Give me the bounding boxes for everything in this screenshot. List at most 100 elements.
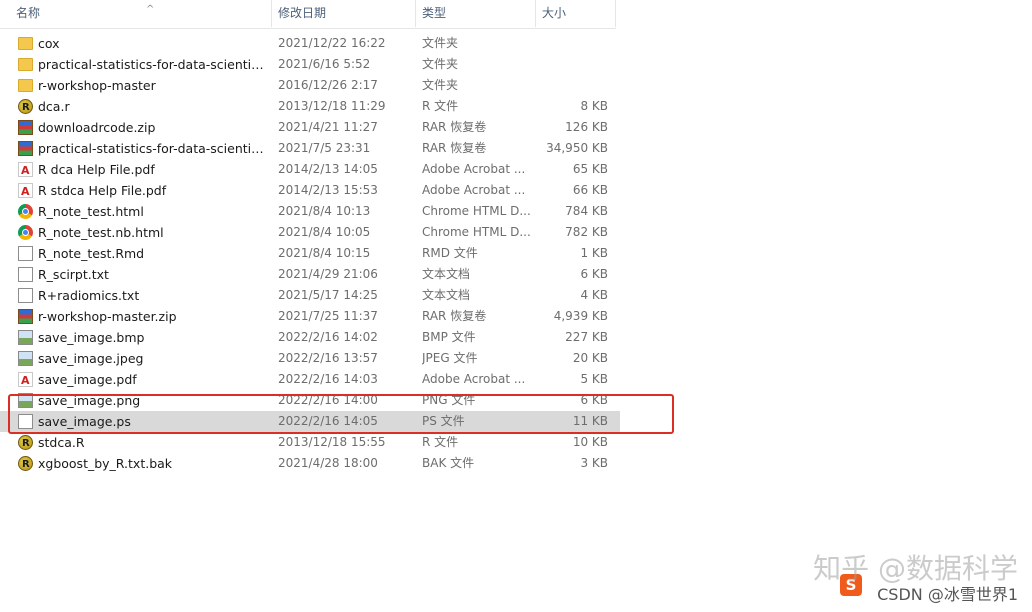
- chrome-html-icon: [18, 225, 33, 240]
- file-size: [540, 33, 608, 54]
- file-row[interactable]: cox 2021/12/22 16:22 文件夹: [0, 33, 620, 54]
- file-size: 5 KB: [580, 372, 608, 386]
- file-icon-cell: [18, 453, 34, 474]
- file-row[interactable]: save_image.jpeg 2022/2/16 13:57 JPEG 文件 20 …: [0, 348, 620, 369]
- file-name: R_note_test.Rmd: [38, 246, 145, 261]
- column-header-size[interactable]: 大小: [536, 0, 616, 27]
- file-icon-cell: [18, 369, 34, 390]
- file-name: practical-statistics-for-data-scientists…: [38, 141, 266, 156]
- file-name: r-workshop-master: [38, 78, 156, 93]
- file-date: 2022/2/16 14:02: [278, 330, 378, 344]
- file-date: 2021/8/4 10:05: [278, 225, 371, 239]
- file-row[interactable]: save_image.pdf 2022/2/16 14:03 Adobe Acrob…: [0, 369, 620, 390]
- annotation-highlight-box: [8, 394, 674, 434]
- file-icon-cell: [18, 222, 34, 243]
- image-file-icon: [18, 351, 33, 366]
- file-size: 4,939 KB: [553, 309, 608, 323]
- file-type: RAR 恢复卷: [422, 141, 487, 155]
- file-size: 227 KB: [565, 330, 608, 344]
- pdf-icon: [18, 181, 33, 201]
- file-type: R 文件: [422, 99, 459, 113]
- file-name: dca.r: [38, 99, 70, 114]
- file-row[interactable]: r-workshop-master.zip 2021/7/25 11:37 RAR …: [0, 306, 620, 327]
- file-date: 2022/2/16 13:57: [278, 351, 378, 365]
- file-row[interactable]: stdca.R 2013/12/18 15:55 R 文件 10 KB: [0, 432, 620, 453]
- file-type: R 文件: [422, 435, 459, 449]
- file-row[interactable]: practical-statistics-for-data-scientists…: [0, 138, 620, 159]
- file-row[interactable]: R_note_test.nb.html 2021/8/4 10:05 Chrome …: [0, 222, 620, 243]
- column-header-bar: 名称 ^ 修改日期 类型 大小: [0, 0, 616, 29]
- file-size: 66 KB: [572, 183, 608, 197]
- file-date: 2013/12/18 15:55: [278, 435, 386, 449]
- rar-archive-icon: [18, 309, 33, 324]
- file-date: 2021/8/4 10:15: [278, 246, 371, 260]
- file-date: 2014/2/13 14:05: [278, 162, 378, 176]
- file-row[interactable]: R dca Help File.pdf 2014/2/13 14:05 Adobe …: [0, 159, 620, 180]
- file-row[interactable]: R_note_test.html 2021/8/4 10:13 Chrome HTM…: [0, 201, 620, 222]
- file-explorer: 名称 ^ 修改日期 类型 大小 cox 2021/12/22 16:22 文件夹 pr…: [0, 0, 1032, 612]
- pdf-icon: [18, 370, 33, 390]
- folder-icon: [18, 79, 33, 92]
- file-date: 2021/7/5 23:31: [278, 141, 371, 155]
- file-date: 2021/4/28 18:00: [278, 456, 378, 470]
- file-size: [540, 54, 608, 75]
- file-name: practical-statistics-for-data-scientists…: [38, 57, 266, 72]
- file-type: RMD 文件: [422, 246, 478, 260]
- column-header-name[interactable]: 名称 ^: [10, 0, 272, 27]
- file-date: 2022/2/16 14:03: [278, 372, 378, 386]
- file-type: 文本文档: [422, 267, 471, 281]
- file-size: 65 KB: [572, 162, 608, 176]
- file-name: r-workshop-master.zip: [38, 309, 177, 324]
- file-type: BMP 文件: [422, 330, 476, 344]
- file-name: save_image.jpeg: [38, 351, 144, 366]
- file-icon-cell: [18, 117, 34, 138]
- folder-icon: [18, 58, 33, 71]
- file-type: Chrome HTML D...: [422, 225, 531, 239]
- file-type: 文本文档: [422, 288, 471, 302]
- file-row[interactable]: dca.r 2013/12/18 11:29 R 文件 8 KB: [0, 96, 620, 117]
- file-type: 文件夹: [422, 57, 459, 71]
- r-file-icon: [18, 97, 33, 117]
- file-date: 2014/2/13 15:53: [278, 183, 378, 197]
- file-type: 文件夹: [422, 78, 459, 92]
- file-row[interactable]: save_image.bmp 2022/2/16 14:02 BMP 文件 227 K…: [0, 327, 620, 348]
- file-row[interactable]: practical-statistics-for-data-scientists…: [0, 54, 620, 75]
- file-icon-cell: [18, 54, 34, 75]
- file-name: cox: [38, 36, 60, 51]
- text-file-icon: [18, 267, 33, 282]
- watermark: 知乎 @数据科学 CSDN @冰雪世界1: [813, 552, 1018, 604]
- file-date: 2021/8/4 10:13: [278, 204, 371, 218]
- file-size: 784 KB: [565, 204, 608, 218]
- file-date: 2021/4/21 11:27: [278, 120, 378, 134]
- file-row[interactable]: R stdca Help File.pdf 2014/2/13 15:53 Adob…: [0, 180, 620, 201]
- file-size: [540, 75, 608, 96]
- file-icon-cell: [18, 306, 34, 327]
- file-icon-cell: [18, 327, 34, 348]
- file-row[interactable]: r-workshop-master 2016/12/26 2:17 文件夹: [0, 75, 620, 96]
- file-size: 20 KB: [572, 351, 608, 365]
- rar-archive-icon: [18, 141, 33, 156]
- file-size: 782 KB: [565, 225, 608, 239]
- file-row[interactable]: R+radiomics.txt 2021/5/17 14:25 文本文档 4 KB: [0, 285, 620, 306]
- file-date: 2021/5/17 14:25: [278, 288, 378, 302]
- column-header-date[interactable]: 修改日期: [272, 0, 416, 27]
- watermark-csdn: CSDN @冰雪世界1: [877, 585, 1018, 604]
- file-row[interactable]: xgboost_by_R.txt.bak 2021/4/28 18:00 BAK 文…: [0, 453, 620, 474]
- r-file-icon: [18, 433, 33, 453]
- file-name: xgboost_by_R.txt.bak: [38, 456, 173, 471]
- file-icon-cell: [18, 243, 34, 264]
- column-header-type[interactable]: 类型: [416, 0, 536, 27]
- document-icon: [18, 246, 33, 261]
- file-type: BAK 文件: [422, 456, 475, 470]
- file-row[interactable]: R_scirpt.txt 2021/4/29 21:06 文本文档 6 KB: [0, 264, 620, 285]
- column-header-type-label: 类型: [422, 6, 447, 20]
- file-row[interactable]: R_note_test.Rmd 2021/8/4 10:15 RMD 文件 1 KB: [0, 243, 620, 264]
- file-date: 2013/12/18 11:29: [278, 99, 386, 113]
- file-row[interactable]: downloadrcode.zip 2021/4/21 11:27 RAR 恢复卷 1…: [0, 117, 620, 138]
- file-name: downloadrcode.zip: [38, 120, 156, 135]
- file-icon-cell: [18, 201, 34, 222]
- file-type: Adobe Acrobat ...: [422, 372, 526, 386]
- file-name: stdca.R: [38, 435, 85, 450]
- file-type: Adobe Acrobat ...: [422, 162, 526, 176]
- file-icon-cell: [18, 264, 34, 285]
